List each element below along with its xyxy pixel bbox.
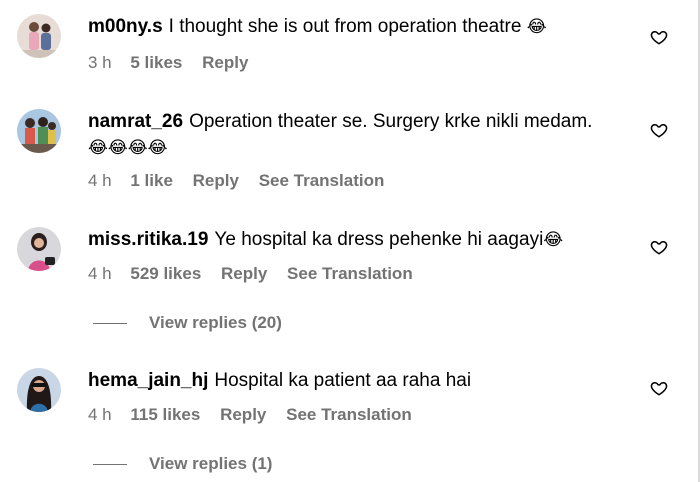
likes-count[interactable]: 115 likes — [130, 405, 200, 424]
comment-meta: 4 h 115 likes Reply See Translation — [88, 404, 427, 426]
see-translation-button[interactable]: See Translation — [286, 405, 412, 424]
likes-count[interactable]: 529 likes — [130, 264, 201, 283]
reply-button[interactable]: Reply — [221, 264, 267, 283]
comment-text-line: miss.ritika.19 Ye hospital ka dress pehen… — [88, 227, 650, 253]
comment-time: 4 h — [88, 264, 112, 283]
comment-text: I thought she is out from operation thea… — [168, 16, 522, 37]
see-translation-button[interactable]: See Translation — [287, 264, 413, 283]
avatar[interactable] — [17, 227, 61, 271]
comment-username[interactable]: namrat_26 — [88, 111, 183, 132]
comment-text-line: m00ny.s I thought she is out from operati… — [88, 14, 650, 40]
comment-text-line: 😂😂😂😂 — [88, 135, 650, 161]
avatar[interactable] — [17, 14, 61, 58]
comment-meta: 3 h 5 likes Reply — [88, 52, 263, 74]
heart-outline-icon[interactable] — [650, 238, 668, 256]
comment-username[interactable]: hema_jain_hj — [88, 370, 208, 391]
comment-username[interactable]: m00ny.s — [88, 16, 163, 37]
reply-button[interactable]: Reply — [202, 53, 248, 72]
comment-meta: 4 h 529 likes Reply See Translation — [88, 263, 428, 285]
comment-emoji: 😂 — [543, 230, 564, 250]
reply-button[interactable]: Reply — [193, 171, 239, 190]
heart-outline-icon[interactable] — [650, 121, 668, 139]
view-replies-label: View replies (1) — [149, 454, 273, 473]
comment-text: Operation theater se. Surgery krke nikli… — [189, 111, 593, 132]
comment-text-line: namrat_26 Operation theater se. Surgery k… — [88, 109, 650, 135]
replies-divider — [93, 464, 127, 466]
comment-emoji: 😂 — [526, 17, 547, 37]
comment-text: Ye hospital ka dress pehenke hi aagayi — [214, 229, 544, 250]
heart-outline-icon[interactable] — [650, 379, 668, 397]
replies-divider — [93, 323, 127, 325]
heart-outline-icon[interactable] — [650, 28, 668, 46]
comment-username[interactable]: miss.ritika.19 — [88, 229, 208, 250]
comment-text: Hospital ka patient aa raha hai — [214, 370, 472, 391]
comment-time: 4 h — [88, 405, 112, 424]
avatar[interactable] — [17, 368, 61, 412]
view-replies-button[interactable]: View replies (20) — [93, 312, 282, 334]
likes-count[interactable]: 5 likes — [130, 53, 182, 72]
view-replies-button[interactable]: View replies (1) — [93, 453, 272, 475]
avatar[interactable] — [17, 109, 61, 153]
comment-text-line: hema_jain_hj Hospital ka patient aa raha … — [88, 368, 650, 394]
comment-time: 4 h — [88, 171, 112, 190]
reply-button[interactable]: Reply — [220, 405, 266, 424]
comment-emoji: 😂😂😂😂 — [88, 138, 168, 158]
likes-count[interactable]: 1 like — [130, 171, 173, 190]
comment-meta: 4 h 1 like Reply See Translation — [88, 170, 399, 192]
view-replies-label: View replies (20) — [149, 313, 282, 332]
comment-time: 3 h — [88, 53, 112, 72]
see-translation-button[interactable]: See Translation — [259, 171, 385, 190]
